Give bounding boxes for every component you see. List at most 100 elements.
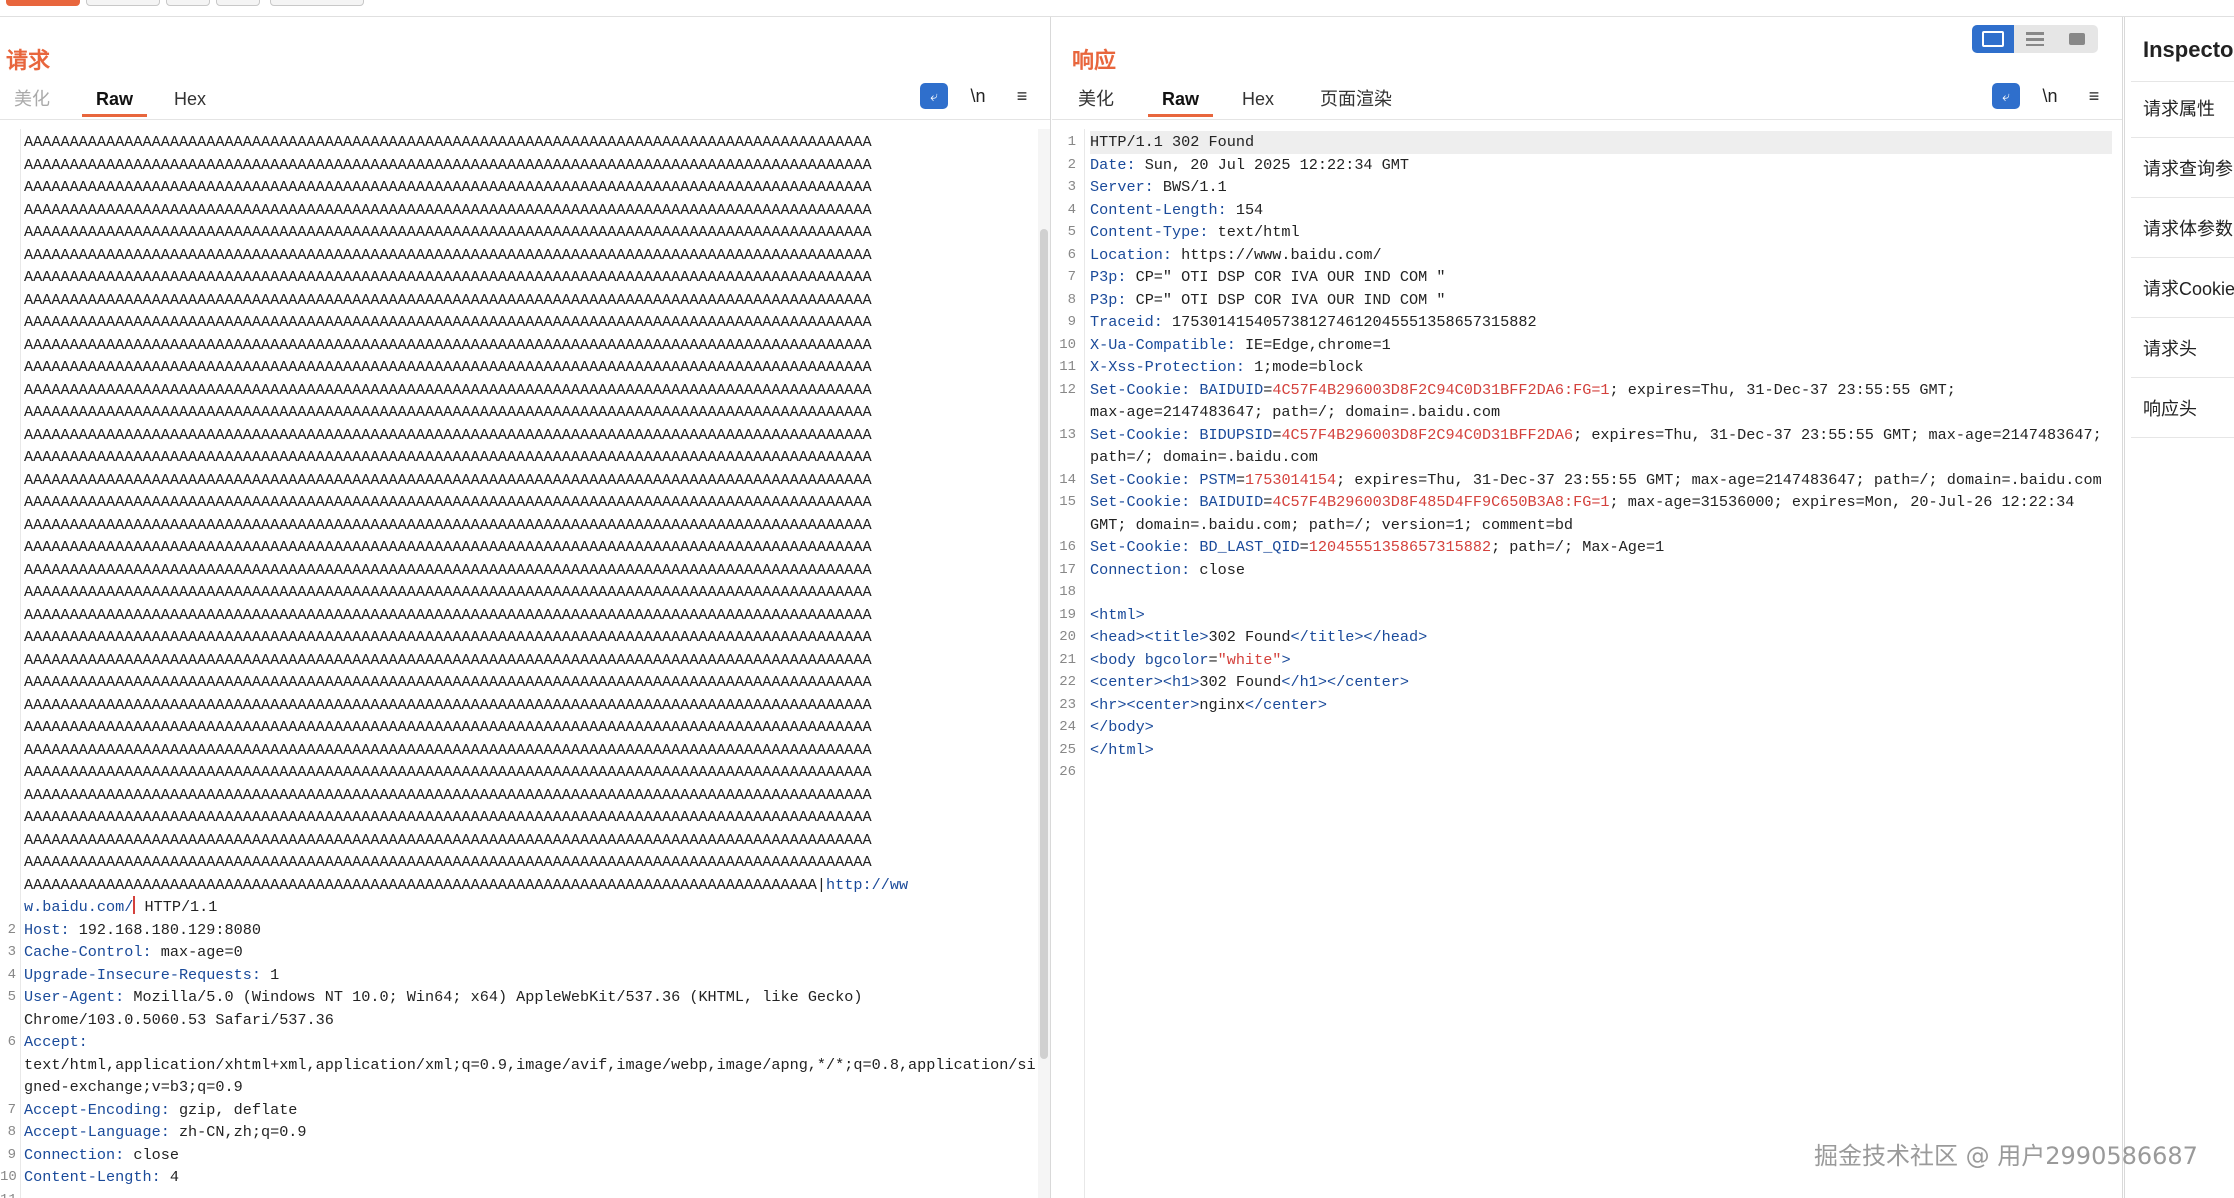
- header-value: text/html: [1208, 223, 1300, 241]
- top-tab-button-active[interactable]: [6, 0, 80, 6]
- tab-pretty[interactable]: 美化: [0, 87, 64, 117]
- menu-icon[interactable]: ≡: [1008, 83, 1036, 109]
- inspector-item-query-params[interactable]: 请求查询参: [2143, 155, 2233, 181]
- tab-hex[interactable]: Hex: [1228, 87, 1288, 117]
- cookie-name: BIDUPSID: [1199, 425, 1273, 444]
- inspector-item-request-headers[interactable]: 请求头: [2143, 335, 2197, 361]
- newline-toggle-button[interactable]: \n: [2036, 83, 2064, 109]
- line-number: 10: [0, 1169, 17, 1185]
- top-tab-button[interactable]: [86, 0, 160, 6]
- divider: [2131, 317, 2234, 318]
- code-text: HTTP/1.1 302 Found: [1090, 133, 1255, 151]
- code-token: =: [1263, 380, 1273, 399]
- line-number: 17: [1059, 561, 1076, 578]
- code-text: max-age=2147483647; path=/; domain=.baid…: [1090, 403, 1501, 421]
- menu-icon[interactable]: ≡: [2080, 83, 2108, 109]
- header-value: 1: [260, 965, 280, 984]
- top-tab-button[interactable]: [270, 0, 364, 6]
- tab-hex[interactable]: Hex: [160, 87, 220, 117]
- code-text: AAAAAAAAAAAAAAAAAAAAAAAAAAAAAAAAAAAAAAAA…: [24, 605, 872, 624]
- request-editor[interactable]: AAAAAAAAAAAAAAAAAAAAAAAAAAAAAAAAAAAAAAAA…: [0, 129, 1050, 1198]
- code-token: =: [1235, 470, 1245, 489]
- wrap-lines-icon[interactable]: ⤶: [920, 83, 948, 109]
- code-line: Location: https://www.baidu.com/: [1090, 244, 2112, 267]
- code-line: AAAAAAAAAAAAAAAAAAAAAAAAAAAAAAAAAAAAAAAA…: [24, 626, 1036, 649]
- code-line: X-Xss-Protection: 1;mode=block: [1090, 356, 2112, 379]
- divider: [2131, 377, 2234, 378]
- cookie-name: BAIDUID: [1199, 493, 1264, 511]
- code-line: AAAAAAAAAAAAAAAAAAAAAAAAAAAAAAAAAAAAAAAA…: [24, 739, 1036, 762]
- code-line: AAAAAAAAAAAAAAAAAAAAAAAAAAAAAAAAAAAAAAAA…: [24, 694, 1036, 717]
- cookie-value: 4C57F4B296003D8F2C94C0D31BFF2DA6:FG=1: [1272, 380, 1610, 399]
- scrollbar-thumb[interactable]: [1040, 229, 1048, 1059]
- code-line: Set-Cookie: BAIDUID=4C57F4B296003D8F485D…: [1090, 491, 2112, 514]
- inspector-item-request-attributes[interactable]: 请求属性: [2143, 95, 2215, 121]
- code-line: Set-Cookie: BIDUPSID=4C57F4B296003D8F2C9…: [1090, 424, 2112, 447]
- header-name: Connection:: [24, 1145, 125, 1164]
- split-horizontal-icon[interactable]: [1972, 25, 2014, 53]
- tab-raw[interactable]: Raw: [1148, 87, 1214, 117]
- header-name: Set-Cookie:: [1090, 493, 1191, 511]
- html-token: </html>: [1090, 740, 1154, 759]
- html-token: =: [1208, 650, 1218, 669]
- url-token: http://ww: [826, 875, 909, 894]
- request-panel: 请求 美化 Raw Hex ⤶ \n ≡ AAAAAAAAAAAAAAAAAAA…: [0, 17, 1051, 1198]
- top-tab-button[interactable]: [166, 0, 210, 6]
- tab-render[interactable]: 页面渲染: [1306, 87, 1406, 117]
- code-text: AAAAAAAAAAAAAAAAAAAAAAAAAAAAAAAAAAAAAAAA…: [24, 313, 872, 331]
- code-line: AAAAAAAAAAAAAAAAAAAAAAAAAAAAAAAAAAAAAAAA…: [24, 671, 1036, 694]
- code-line: X-Ua-Compatible: IE=Edge,chrome=1: [1090, 334, 2112, 357]
- response-editor[interactable]: 1 HTTP/1.1 302 Found 2 Date: Sun, 20 Jul 20…: [1052, 129, 2122, 1198]
- top-tab-button[interactable]: [216, 0, 260, 6]
- code-text: AAAAAAAAAAAAAAAAAAAAAAAAAAAAAAAAAAAAAAAA…: [24, 808, 872, 826]
- code-line: AAAAAAAAAAAAAAAAAAAAAAAAAAAAAAAAAAAAAAAA…: [24, 491, 1036, 514]
- watermark: 掘金技术社区 @ 用户2990586687: [1814, 1142, 2198, 1170]
- tab-raw[interactable]: Raw: [82, 87, 148, 117]
- request-scrollbar[interactable]: [1038, 129, 1050, 1198]
- header-value: Sun, 20 Jul 2025 12:22:34 GMT: [1135, 155, 1409, 174]
- split-vertical-icon[interactable]: [2014, 25, 2056, 53]
- code-text: AAAAAAAAAAAAAAAAAAAAAAAAAAAAAAAAAAAAAAAA…: [24, 740, 872, 759]
- code-line: AAAAAAAAAAAAAAAAAAAAAAAAAAAAAAAAAAAAAAAA…: [24, 851, 1036, 874]
- code-text: AAAAAAAAAAAAAAAAAAAAAAAAAAAAAAAAAAAAAAAA…: [24, 245, 872, 264]
- code-line: AAAAAAAAAAAAAAAAAAAAAAAAAAAAAAAAAAAAAAAA…: [24, 559, 1036, 582]
- header-name: Set-Cookie:: [1090, 425, 1191, 444]
- line-number: 15: [1059, 494, 1076, 510]
- code-line: <html>: [1090, 604, 2112, 627]
- inspector-panel: Inspecto 请求属性 请求查询参 请求体参数 请求Cookie 请求头 响…: [2124, 17, 2234, 1198]
- code-line: Accept-Encoding: gzip, deflate: [24, 1099, 1036, 1122]
- code-line: AAAAAAAAAAAAAAAAAAAAAAAAAAAAAAAAAAAAAAAA…: [24, 199, 1036, 222]
- single-pane-icon[interactable]: [2056, 25, 2098, 53]
- code-text: AAAAAAAAAAAAAAAAAAAAAAAAAAAAAAAAAAAAAAAA…: [24, 583, 872, 601]
- inspector-item-body-params[interactable]: 请求体参数: [2143, 215, 2233, 241]
- code-text: gned-exchange;v=b3;q=0.9: [24, 1078, 243, 1096]
- code-text: AAAAAAAAAAAAAAAAAAAAAAAAAAAAAAAAAAAAAAAA…: [24, 155, 872, 174]
- cookie-name: PSTM: [1199, 470, 1236, 489]
- divider: [2131, 81, 2234, 82]
- code-line: Connection: close: [1090, 559, 2112, 582]
- code-line: Accept:: [24, 1031, 1036, 1054]
- inspector-item-response-headers[interactable]: 响应头: [2143, 395, 2197, 421]
- line-number: 8: [7, 1124, 16, 1140]
- code-text: path=/; domain=.baidu.com: [1090, 448, 1318, 466]
- newline-toggle-button[interactable]: \n: [964, 83, 992, 109]
- code-text: AAAAAAAAAAAAAAAAAAAAAAAAAAAAAAAAAAAAAAAA…: [24, 380, 872, 399]
- header-value: Mozilla/5.0 (Windows NT 10.0; Win64; x64…: [124, 988, 863, 1006]
- code-line: AAAAAAAAAAAAAAAAAAAAAAAAAAAAAAAAAAAAAAAA…: [24, 874, 1036, 897]
- line-number: 6: [1067, 246, 1076, 263]
- line-number: 11: [0, 1189, 17, 1198]
- header-value: 154: [1226, 200, 1264, 219]
- line-number: 25: [1059, 741, 1076, 758]
- inspector-item-request-cookies[interactable]: 请求Cookie: [2143, 275, 2234, 301]
- code-line: AAAAAAAAAAAAAAAAAAAAAAAAAAAAAAAAAAAAAAAA…: [24, 536, 1036, 559]
- html-token: nginx: [1199, 695, 1245, 714]
- tab-pretty[interactable]: 美化: [1064, 87, 1128, 117]
- cookie-value: 1753014154: [1244, 470, 1337, 489]
- code-text: AAAAAAAAAAAAAAAAAAAAAAAAAAAAAAAAAAAAAAAA…: [24, 470, 872, 489]
- code-line: HTTP/1.1 302 Found: [1090, 131, 2112, 154]
- code-line: AAAAAAAAAAAAAAAAAAAAAAAAAAAAAAAAAAAAAAAA…: [24, 311, 1036, 334]
- wrap-lines-icon[interactable]: ⤶: [1992, 83, 2020, 109]
- code-text: AAAAAAAAAAAAAAAAAAAAAAAAAAAAAAAAAAAAAAAA…: [24, 133, 872, 151]
- header-value: close: [124, 1145, 179, 1164]
- request-title: 请求: [6, 48, 51, 73]
